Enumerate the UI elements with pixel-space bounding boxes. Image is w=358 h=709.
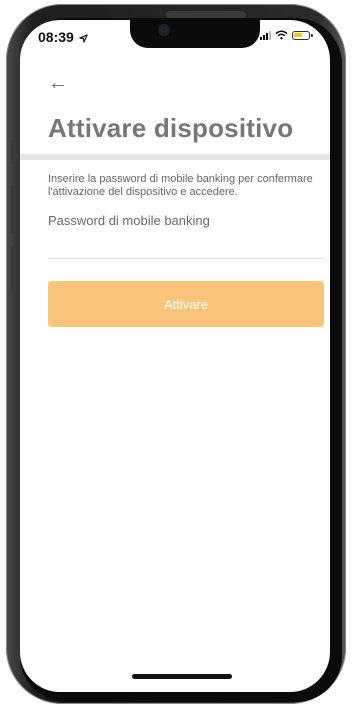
back-button[interactable]: ←: [48, 72, 68, 95]
camera-notch: [130, 20, 260, 48]
page-title: Attivare dispositivo: [48, 113, 294, 143]
signal-icon: [260, 30, 271, 40]
volume-down-button: [11, 245, 15, 293]
section-divider: [20, 154, 330, 160]
password-input[interactable]: [48, 232, 324, 259]
instruction-text: Inserire la password di mobile banking p…: [48, 173, 313, 198]
location-arrow-icon: [79, 34, 88, 43]
status-icons: [260, 30, 313, 40]
wifi-icon: [275, 30, 288, 40]
password-label: Password di mobile banking: [48, 213, 210, 228]
volume-up-button: [11, 185, 15, 233]
back-arrow-icon: ←: [48, 72, 68, 94]
status-time: 08:39: [38, 29, 88, 45]
mute-switch: [11, 140, 15, 164]
app-screen: 08:39 ← Attivare dispositivo Inserire la…: [20, 20, 330, 692]
activate-button[interactable]: Attivare: [48, 281, 324, 327]
status-time-text: 08:39: [38, 29, 74, 45]
front-camera-icon: [160, 26, 168, 34]
home-indicator[interactable]: [132, 674, 232, 679]
battery-icon: [292, 30, 313, 40]
